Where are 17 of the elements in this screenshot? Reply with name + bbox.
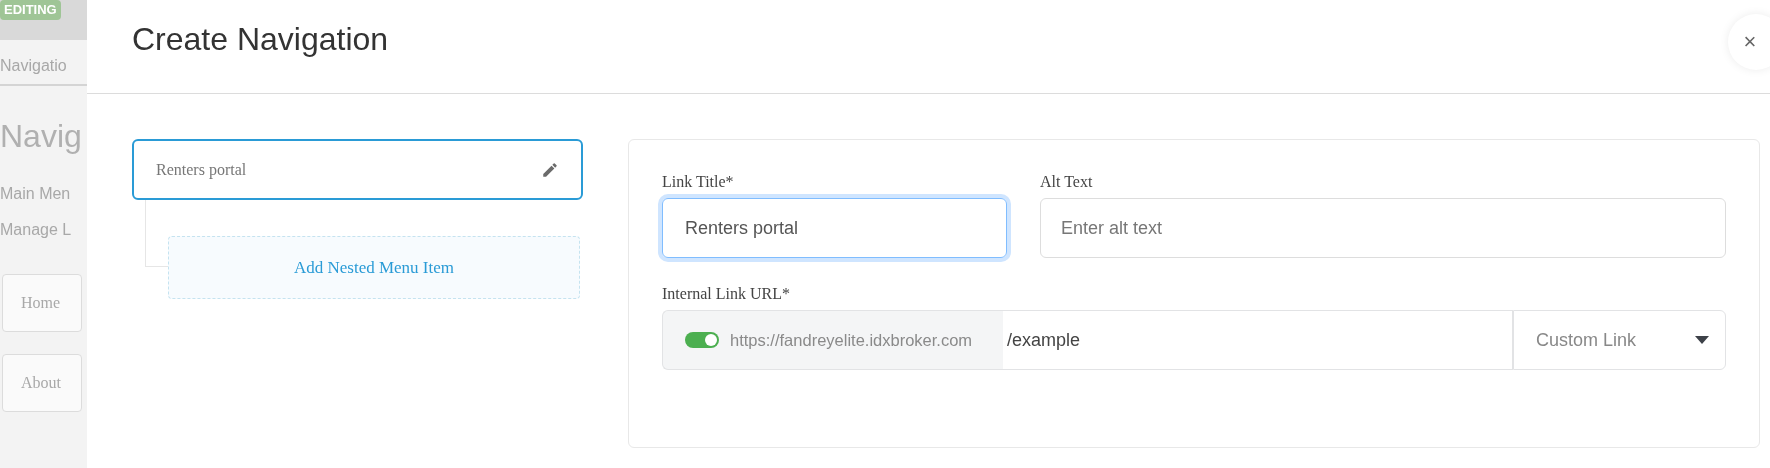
drawer-title: Create Navigation [132, 19, 389, 59]
page-link[interactable]: Manage L [0, 218, 87, 242]
page-link[interactable]: Main Men [0, 182, 87, 206]
field-label: Internal Link URL* [662, 284, 791, 304]
add-nested-menu-item-button[interactable]: Add Nested Menu Item [168, 236, 580, 299]
field-label: Link Title* [662, 172, 735, 192]
close-button[interactable]: × [1728, 13, 1770, 70]
menu-card[interactable]: About [2, 354, 82, 412]
editing-badge: EDITING [0, 0, 61, 20]
pencil-icon[interactable] [541, 160, 559, 179]
menu-item[interactable]: Renters portal [132, 139, 583, 200]
caret-icon [1695, 336, 1709, 344]
field-label: Alt Text [1040, 172, 1094, 192]
link-type-dropdown[interactable]: Custom Link [1513, 310, 1726, 370]
alt-text-field[interactable]: Enter alt text [1040, 198, 1726, 258]
menu-card[interactable]: Home [2, 274, 82, 332]
page-heading: Navig [0, 117, 83, 156]
